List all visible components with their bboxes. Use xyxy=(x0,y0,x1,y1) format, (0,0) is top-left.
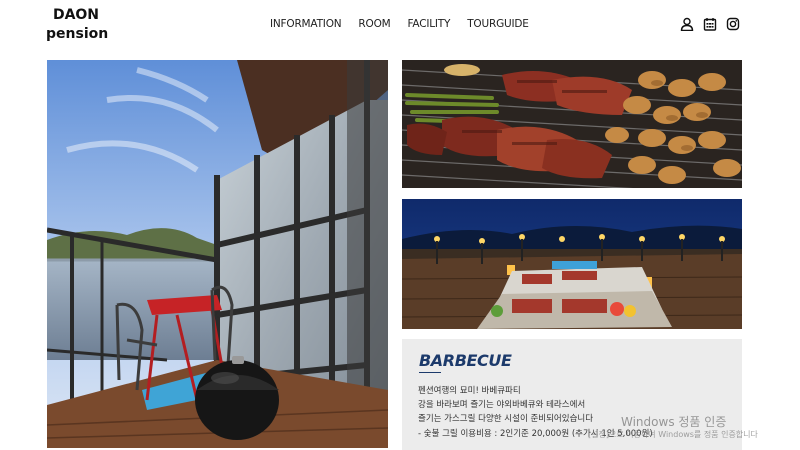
description-line: 펜션여행의 묘미! 바베큐파티 xyxy=(418,386,521,396)
logo-line-1: DAON xyxy=(52,7,100,23)
lake-view-balcony-photo xyxy=(47,60,388,448)
nav-information[interactable]: INFORMATION xyxy=(270,18,342,30)
instagram-icon[interactable] xyxy=(726,16,740,31)
calendar-icon[interactable] xyxy=(703,16,717,31)
description-line: 강을 바라보며 즐기는 야외바베큐와 테라스에서 xyxy=(418,400,586,411)
nav-room[interactable]: ROOM xyxy=(358,18,390,30)
grilled-meat-barbecue-photo xyxy=(402,60,742,188)
barbecue-title: BARBECUE xyxy=(419,351,512,370)
nav-tourguide[interactable]: TOURGUIDE xyxy=(467,18,529,30)
windows-activation-subtitle: [설정]으로 이동하여 Windows를 정품 인증합니다 xyxy=(588,430,758,439)
header-icons xyxy=(680,16,740,32)
logo-line-2: pension xyxy=(46,26,109,42)
title-underline xyxy=(419,372,441,373)
windows-activation-title: Windows 정품 인증 xyxy=(621,415,727,429)
night-terrace-barbecue-photo xyxy=(402,199,742,329)
site-logo[interactable]: DAON pension xyxy=(46,6,109,44)
nav-facility[interactable]: FACILITY xyxy=(408,18,451,30)
user-icon[interactable] xyxy=(680,16,694,32)
main-nav: INFORMATION ROOM FACILITY TOURGUIDE xyxy=(270,18,546,30)
description-line: 즐기는 가스그릴 다양한 시설이 준비되어있습니다 xyxy=(418,414,594,425)
